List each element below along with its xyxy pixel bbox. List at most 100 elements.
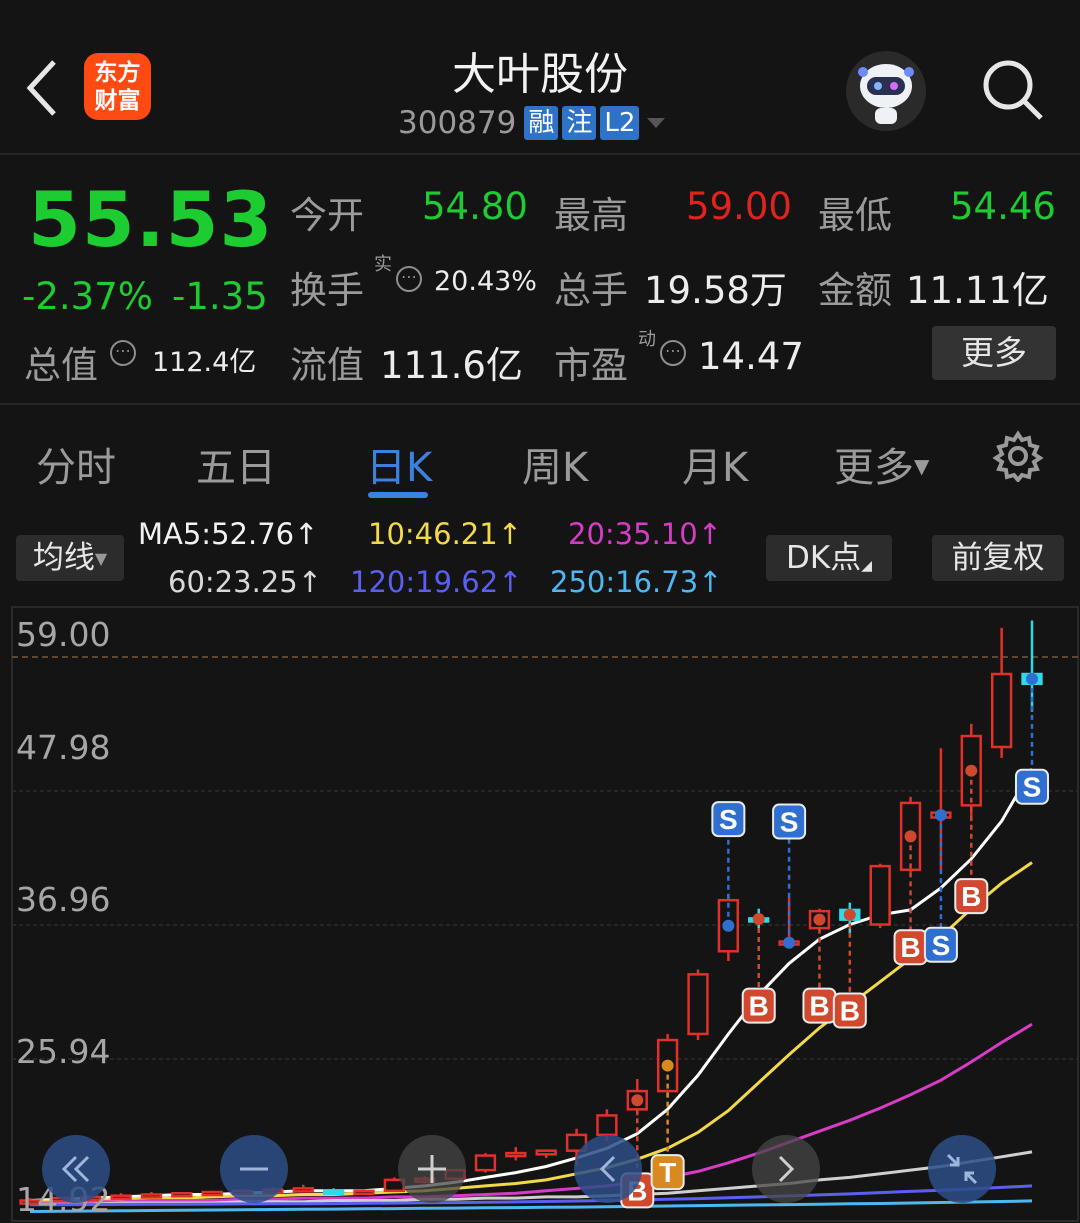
info-icon[interactable]: ⋯ bbox=[660, 340, 686, 366]
candle-body bbox=[292, 1187, 314, 1193]
candle-body bbox=[687, 973, 709, 1036]
tag-margin: 融 bbox=[524, 106, 559, 140]
collapse-icon[interactable] bbox=[928, 1135, 996, 1203]
ma-selector[interactable]: 均线▼ bbox=[16, 535, 124, 581]
ma120-value: 120:19.62↑ bbox=[350, 565, 523, 599]
signal-label: B bbox=[900, 932, 920, 963]
signal-dot bbox=[904, 830, 917, 843]
signal-label: S bbox=[780, 807, 799, 838]
dk-point-button[interactable]: DK点◢ bbox=[766, 535, 892, 581]
ma60-text: 60:23.25 bbox=[168, 565, 298, 599]
gear-icon[interactable] bbox=[992, 430, 1044, 482]
signal-label: S bbox=[1023, 772, 1042, 803]
dropdown-triangle-icon[interactable] bbox=[643, 113, 669, 133]
more-quote-button[interactable]: 更多 bbox=[932, 326, 1056, 380]
candle-body bbox=[110, 1194, 132, 1200]
tab-five-day[interactable]: 五日 bbox=[196, 435, 276, 493]
signal-dot bbox=[934, 809, 947, 822]
turnover-sup: 实 bbox=[374, 254, 392, 275]
y-tick-label: 59.00 bbox=[16, 615, 111, 654]
float-value: 111.6亿 bbox=[380, 344, 523, 387]
tab-more[interactable]: 更多▼ bbox=[834, 435, 929, 493]
chevron-down-icon: ▼ bbox=[94, 549, 108, 568]
ma250-value: 250:16.73↑ bbox=[550, 565, 723, 599]
chevron-down-icon: ▼ bbox=[914, 454, 930, 478]
signal-label: B bbox=[809, 991, 829, 1022]
open-label: 今开 bbox=[290, 194, 364, 237]
signal-label: B bbox=[749, 991, 769, 1022]
ma20-value: 20:35.10↑ bbox=[568, 517, 723, 551]
y-tick-label: 47.98 bbox=[16, 728, 111, 767]
signal-label: S bbox=[719, 804, 738, 835]
tab-weekly-k[interactable]: 周K bbox=[522, 435, 588, 493]
tag-level2: L2 bbox=[600, 106, 640, 140]
corner-triangle-icon: ◢ bbox=[861, 558, 872, 574]
pe-value: 14.47 bbox=[698, 335, 804, 378]
pe-sup: 动 bbox=[638, 329, 656, 350]
candle-body bbox=[505, 1151, 527, 1158]
signal-label: B bbox=[961, 881, 981, 912]
last-price: 55.53 bbox=[28, 175, 274, 264]
back-arrow-icon[interactable] bbox=[22, 58, 66, 118]
candle-body bbox=[353, 1189, 375, 1196]
signal-dot bbox=[1026, 672, 1038, 685]
zoom-out-icon[interactable] bbox=[220, 1135, 288, 1203]
ma5-value: MA5:52.76↑ bbox=[138, 517, 319, 551]
tab-monthly-k[interactable]: 月K bbox=[682, 435, 748, 493]
low-value: 54.46 bbox=[950, 185, 1056, 228]
candle-body bbox=[596, 1114, 618, 1137]
signal-dot bbox=[965, 764, 978, 777]
app-header: 东方财富 大叶股份 300879 融 注 L2 bbox=[0, 0, 1080, 153]
stock-code-row[interactable]: 300879 融 注 L2 bbox=[398, 103, 669, 143]
search-icon[interactable] bbox=[978, 55, 1046, 123]
adjust-button[interactable]: 前复权 bbox=[932, 535, 1064, 581]
ma5-line bbox=[29, 768, 1034, 1202]
zoom-in-icon[interactable] bbox=[398, 1135, 466, 1203]
float-label: 流值 bbox=[290, 344, 364, 387]
low-label: 最低 bbox=[818, 194, 892, 237]
y-tick-label: 25.94 bbox=[16, 1032, 111, 1071]
info-icon[interactable]: ⋯ bbox=[110, 340, 136, 366]
info-icon[interactable]: ⋯ bbox=[396, 266, 422, 292]
stock-code: 300879 bbox=[398, 105, 517, 141]
divider bbox=[0, 153, 1080, 155]
signal-dot bbox=[661, 1059, 674, 1072]
signal-dot bbox=[722, 919, 735, 932]
turnover-label: 换手 bbox=[290, 269, 364, 312]
mktcap-value: 112.4亿 bbox=[152, 347, 257, 378]
candle-body bbox=[990, 672, 1013, 749]
left-icon[interactable] bbox=[574, 1135, 642, 1203]
tab-intraday[interactable]: 分时 bbox=[36, 435, 116, 493]
candle-body bbox=[474, 1154, 497, 1172]
candle-body bbox=[322, 1189, 345, 1196]
ma20-text: 20:35.10 bbox=[568, 517, 698, 551]
signal-label: S bbox=[932, 930, 951, 961]
signal-dot bbox=[752, 913, 765, 926]
ma120-text: 120:19.62 bbox=[350, 565, 499, 599]
tab-daily-k[interactable]: 日K bbox=[366, 435, 432, 493]
signal-dot bbox=[843, 908, 856, 921]
turnover-value: 20.43% bbox=[434, 266, 537, 297]
app-logo: 东方财富 bbox=[84, 53, 151, 120]
kline-chart[interactable]: BTSBSB BB SBS bbox=[0, 605, 1080, 1223]
amount-label: 金额 bbox=[818, 269, 892, 312]
ma250-text: 250:16.73 bbox=[550, 565, 699, 599]
high-value: 59.00 bbox=[686, 185, 792, 228]
tag-registration: 注 bbox=[562, 106, 597, 140]
signal-dot bbox=[813, 913, 826, 926]
candle-body bbox=[140, 1193, 163, 1199]
volume-value: 19.58万 bbox=[644, 269, 787, 312]
ma-selector-label: 均线 bbox=[32, 540, 95, 576]
double-left-icon[interactable] bbox=[42, 1135, 110, 1203]
change-percent: -2.37% bbox=[22, 275, 153, 318]
robot-assistant-icon[interactable] bbox=[845, 50, 927, 132]
volume-label: 总手 bbox=[554, 269, 628, 312]
tab-more-label: 更多 bbox=[834, 445, 914, 491]
mktcap-label: 总值 bbox=[24, 344, 98, 387]
y-tick-label: 36.96 bbox=[16, 880, 111, 919]
candle-body bbox=[869, 864, 891, 926]
chart-frame bbox=[11, 606, 1079, 1222]
right-icon[interactable] bbox=[752, 1135, 820, 1203]
pe-label: 市盈 bbox=[554, 344, 628, 387]
candle-body bbox=[201, 1190, 223, 1197]
